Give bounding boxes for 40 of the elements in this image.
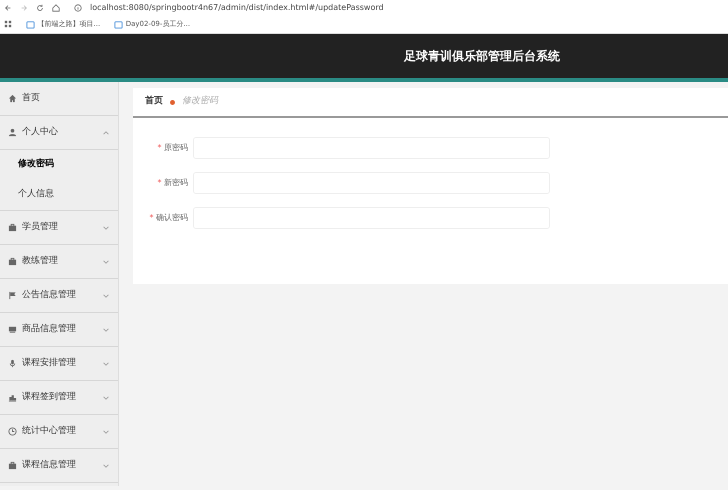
briefcase-icon (8, 461, 17, 470)
back-icon[interactable] (4, 4, 12, 12)
app-title: 足球青训俱乐部管理后台系统 (404, 48, 560, 65)
sidebar-item[interactable]: 统计中心管理 (0, 415, 118, 449)
required-mark: * (157, 142, 162, 152)
user-icon (8, 128, 17, 137)
microphone-icon (8, 359, 17, 368)
home-icon[interactable] (52, 4, 60, 12)
separator-icon (169, 98, 176, 106)
clock-icon (8, 427, 17, 436)
sidebar-item[interactable]: 学员管理 (0, 211, 118, 245)
sidebar-item[interactable]: 课程安排管理 (0, 347, 118, 381)
required-mark: * (157, 178, 162, 186)
briefcase-icon (8, 223, 17, 232)
folder-icon (26, 20, 35, 28)
breadcrumb-current: 修改密码 (182, 95, 218, 108)
briefcase-icon (8, 257, 17, 266)
submenu-item[interactable]: 个人信息 (0, 180, 118, 210)
field-label: 确认密码 (156, 212, 188, 222)
field-label: 新密码 (164, 178, 188, 186)
sidebar-item[interactable]: 课程信息管理 (0, 449, 118, 483)
apps-icon[interactable] (4, 20, 12, 28)
breadcrumb-link[interactable]: 首页 (145, 95, 163, 109)
sidebar-item[interactable]: 个人中心 (0, 116, 118, 150)
home-icon (8, 94, 17, 103)
chart-icon (8, 393, 17, 402)
url-text[interactable]: localhost:8080/springbootr4n67/admin/dist/index.html#/updatePassword (90, 2, 384, 14)
sidebar-item[interactable]: 教练管理 (0, 245, 118, 279)
folder-icon (114, 20, 124, 28)
submenu-item[interactable]: 修改密码 (0, 150, 118, 180)
sidebar-item[interactable]: 商品信息管理 (0, 313, 118, 347)
required-mark: * (149, 212, 154, 222)
sidebar-item[interactable]: 公告信息管理 (0, 279, 118, 313)
sidebar-item[interactable]: 课程签到管理 (0, 381, 118, 415)
box-icon (8, 325, 17, 334)
sidebar-item[interactable]: 首页 (0, 82, 118, 116)
flag-icon (8, 291, 17, 300)
field-label: 原密码 (164, 142, 188, 152)
reload-icon[interactable] (36, 4, 44, 12)
info-icon[interactable] (74, 4, 82, 12)
